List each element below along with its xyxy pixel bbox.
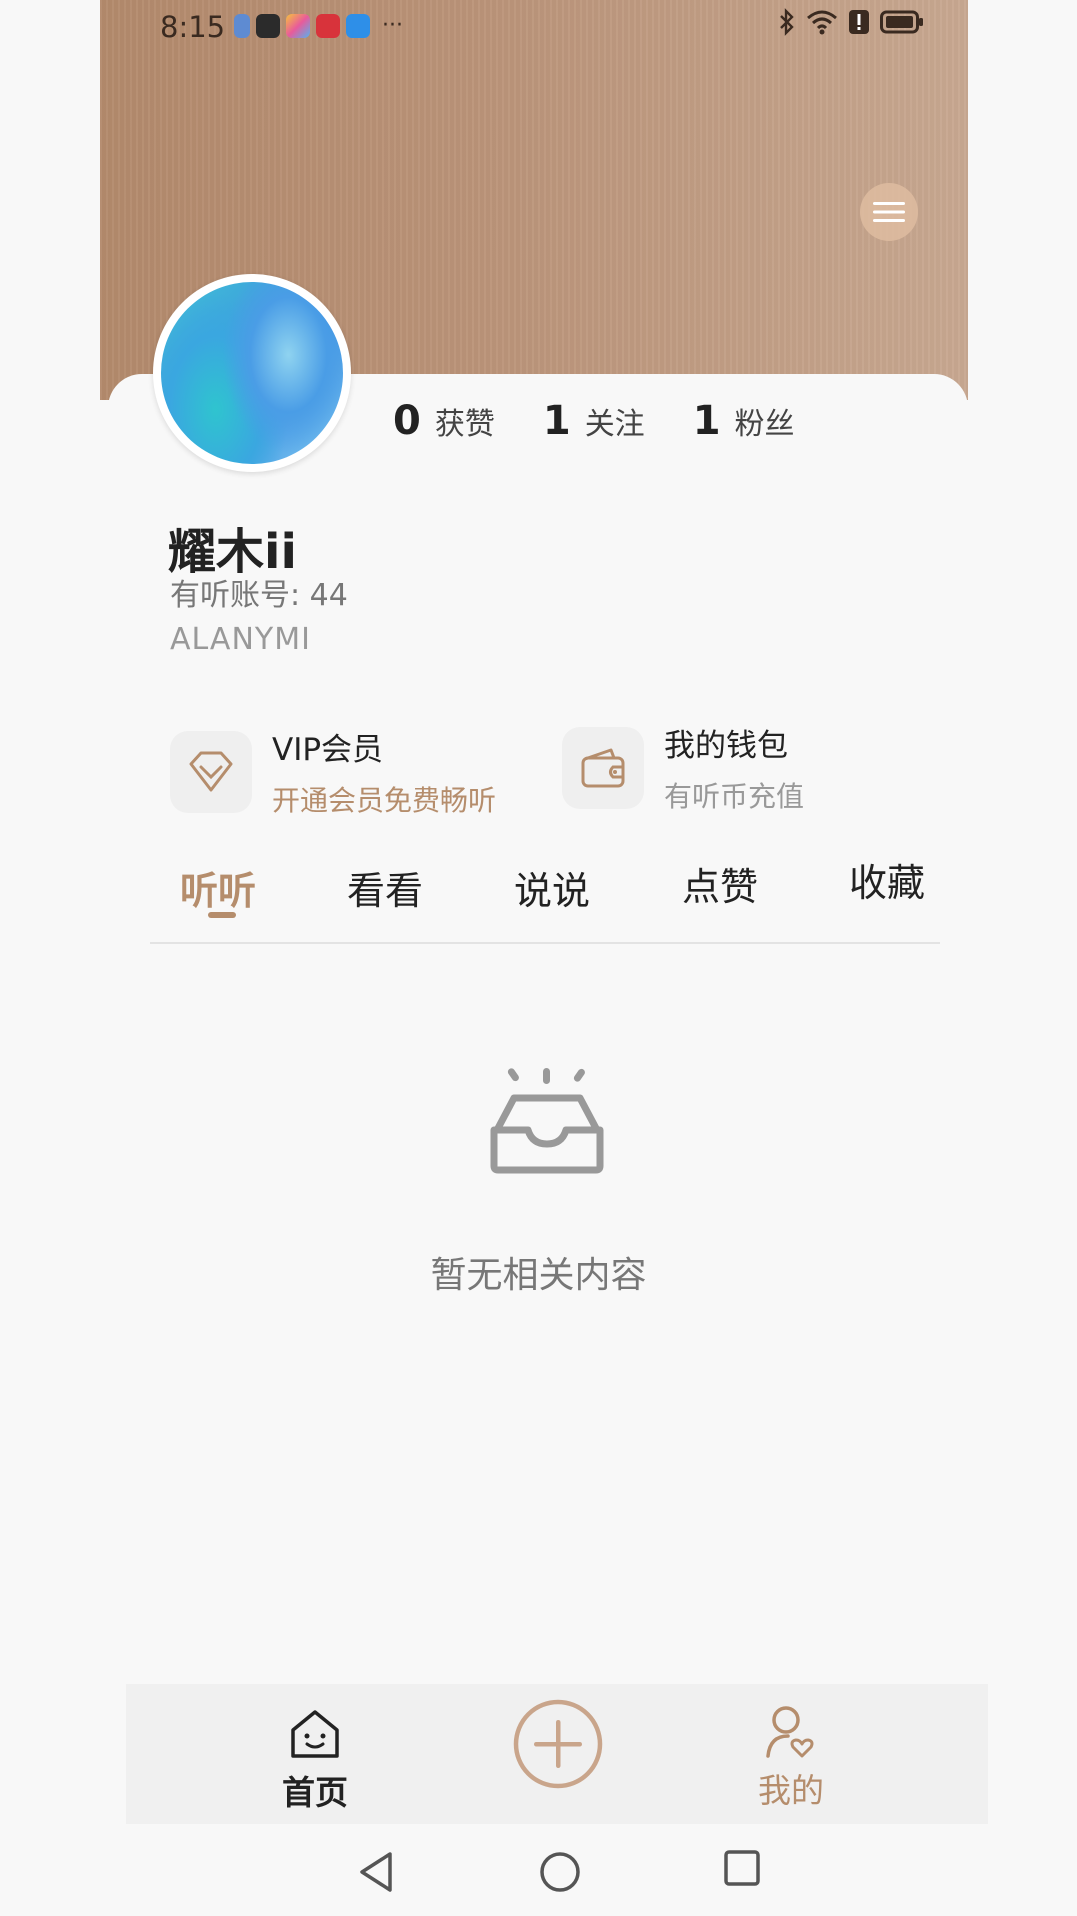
stat-label: 关注 xyxy=(584,407,645,442)
stat-likes[interactable]: 0 获赞 xyxy=(393,398,495,444)
system-navigation-bar xyxy=(0,1832,1077,1902)
empty-state-text: 暂无相关内容 xyxy=(430,1255,647,1296)
app-notification-icon xyxy=(316,14,340,38)
tab-likes[interactable]: 点赞 xyxy=(682,856,758,911)
bottom-navigation: 首页 我的 xyxy=(126,1684,988,1824)
system-recents-button[interactable] xyxy=(722,1848,762,1892)
tab-talk[interactable]: 说说 xyxy=(514,860,590,915)
bluetooth-icon xyxy=(780,8,794,36)
battery-icon xyxy=(880,10,923,34)
wallet-icon xyxy=(581,748,625,787)
hamburger-menu-icon xyxy=(873,202,905,222)
empty-inbox-icon xyxy=(488,1068,606,1180)
cloud-notification-icon xyxy=(346,14,370,38)
system-icons xyxy=(778,8,924,36)
vip-subtitle: 开通会员免费畅听 xyxy=(272,784,497,817)
content-tabs: 听听 看看 说说 点赞 收藏 xyxy=(150,852,940,944)
profile-screen: 8:15 ··· xyxy=(100,0,968,1916)
power-notification-icon xyxy=(234,14,250,38)
user-heart-icon xyxy=(766,1706,814,1758)
avatar[interactable] xyxy=(153,274,351,472)
wallet-icon-box xyxy=(562,726,644,809)
nav-mine[interactable]: 我的 xyxy=(758,1704,824,1812)
nav-create-button[interactable] xyxy=(512,1698,604,1790)
home-icon xyxy=(291,1710,339,1758)
stat-value: 1 xyxy=(542,398,571,444)
menu-button[interactable] xyxy=(860,183,918,241)
tab-listen[interactable]: 听听 xyxy=(180,860,256,915)
stat-label: 粉丝 xyxy=(734,407,795,442)
vip-title: VIP会员 xyxy=(272,732,384,768)
stat-value: 0 xyxy=(393,398,421,444)
vip-icon-box xyxy=(170,730,252,813)
app-notification-icon xyxy=(286,14,310,38)
nav-home-label: 首页 xyxy=(282,1773,348,1812)
recents-square-icon xyxy=(724,1850,760,1886)
vip-membership-button[interactable]: VIP会员 开通会员免费畅听 xyxy=(170,724,496,819)
tab-favorites[interactable]: 收藏 xyxy=(849,852,925,907)
stat-value: 1 xyxy=(692,398,721,444)
app-notification-icon xyxy=(256,14,280,38)
wallet-button[interactable]: 我的钱包 有听币充值 xyxy=(562,720,804,815)
stat-label: 获赞 xyxy=(434,407,495,442)
more-notifications-indicator: ··· xyxy=(382,13,403,38)
profile-stats: 0 获赞 1 关注 1 粉丝 xyxy=(393,398,843,444)
back-triangle-icon xyxy=(360,1852,392,1892)
notification-icons: ··· xyxy=(234,14,403,38)
stat-followers[interactable]: 1 粉丝 xyxy=(693,398,795,444)
account-id: 有听账号: 44 xyxy=(170,578,348,613)
tab-watch[interactable]: 看看 xyxy=(347,860,423,915)
wallet-subtitle: 有听币充值 xyxy=(664,780,805,813)
profile-bio: ALANYMI xyxy=(170,622,311,657)
status-time: 8:15 xyxy=(160,10,226,44)
home-circle-icon xyxy=(540,1852,580,1892)
alert-icon xyxy=(849,10,869,34)
status-bar: 8:15 ··· xyxy=(100,0,968,56)
system-home-button[interactable] xyxy=(538,1850,582,1898)
diamond-icon xyxy=(189,751,233,791)
active-tab-indicator xyxy=(208,912,236,918)
avatar-image xyxy=(161,282,343,464)
nav-mine-label: 我的 xyxy=(758,1771,824,1810)
system-back-button[interactable] xyxy=(356,1850,396,1898)
wifi-icon xyxy=(807,10,837,35)
stat-following[interactable]: 1 关注 xyxy=(543,398,645,444)
plus-circle-icon xyxy=(513,1699,603,1789)
wallet-title: 我的钱包 xyxy=(664,728,788,764)
nav-home[interactable]: 首页 xyxy=(282,1708,348,1814)
